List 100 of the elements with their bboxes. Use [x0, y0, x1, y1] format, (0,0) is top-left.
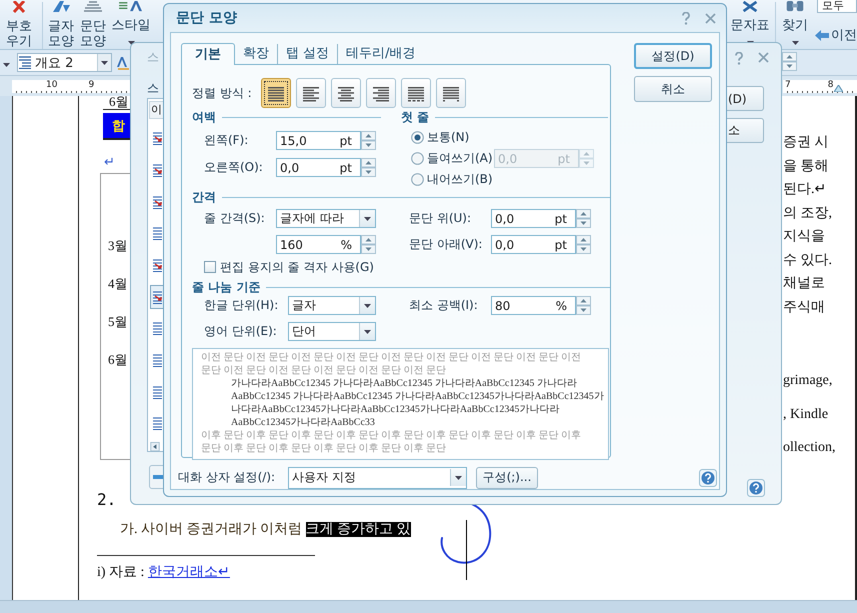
number-field[interactable]: 0,0 pt	[276, 158, 361, 177]
configure-button[interactable]: 구성(;)...	[476, 466, 538, 488]
ribbon-button[interactable]: 문자표	[729, 0, 771, 49]
text-line: 을 통해	[783, 158, 828, 176]
preview-text: AaBbCc12345 가나다라AaBbCc12345 가나다라AaBbCc12345가나다라AaBbCc12345가	[231, 390, 604, 403]
dropdown[interactable]: 글자	[288, 296, 376, 315]
footnote-text: i) 자료 : 한국거래소↵	[97, 564, 230, 582]
character-style-icon	[152, 132, 162, 146]
unit-label: pt	[340, 134, 352, 148]
radio-icon[interactable]	[411, 152, 424, 165]
table-cell-text: 4월	[108, 275, 128, 293]
close-icon[interactable]	[705, 12, 716, 24]
column-header: 이	[149, 101, 164, 119]
style-dropdown[interactable]: 개요 2	[17, 53, 112, 72]
field-label: 오른쪽(O):	[204, 159, 264, 176]
style-list-item[interactable]	[150, 285, 164, 309]
spinner-control[interactable]	[361, 131, 376, 150]
character-style-icon	[152, 258, 162, 272]
radio-button[interactable]: 내어쓰기(B)	[411, 169, 493, 190]
unit-label: pt	[554, 238, 567, 252]
radio-button[interactable]: 들여쓰기(A)	[411, 148, 493, 169]
unit-label: %	[340, 238, 352, 252]
spinner-control[interactable]	[361, 235, 376, 254]
alignment-button[interactable]	[261, 78, 291, 108]
text-style-icon[interactable]	[116, 54, 130, 70]
section-title: 간격	[192, 188, 216, 206]
alignment-button[interactable]	[331, 78, 361, 108]
help-icon[interactable]	[681, 12, 691, 24]
caret-icon	[101, 60, 108, 64]
alignment-button[interactable]	[436, 78, 466, 108]
number-field[interactable]: 0,0 pt	[491, 209, 576, 228]
table-cell-text: 6월	[108, 351, 128, 369]
dialog-button[interactable]: 설정(D)	[634, 43, 712, 69]
spinner-control[interactable]	[782, 52, 797, 70]
spinner-control[interactable]	[576, 209, 591, 228]
caret-icon	[364, 304, 371, 308]
spinner-control[interactable]	[576, 235, 591, 254]
paragraph-style-icon	[152, 322, 162, 336]
spinner-control[interactable]	[576, 296, 591, 315]
text-line: 주식매	[783, 298, 825, 316]
radio-button[interactable]: 보통(N)	[411, 127, 470, 148]
ribbon-button[interactable]: 스타일	[111, 0, 151, 49]
radio-icon[interactable]	[411, 131, 424, 144]
dropdown[interactable]: 단어	[288, 322, 376, 341]
alignment-button[interactable]	[401, 78, 431, 108]
tab[interactable]: 확장	[235, 44, 277, 64]
text-line: ollection,	[783, 439, 836, 457]
ruler-number: 9	[88, 80, 94, 90]
minus-icon	[153, 475, 163, 479]
field-label: 줄 간격(S):	[204, 210, 266, 227]
alignment-button[interactable]	[296, 78, 326, 108]
tab[interactable]: 기본	[181, 43, 235, 65]
spinner-control[interactable]	[361, 158, 376, 177]
radio-icon[interactable]	[411, 173, 424, 186]
scroll-left-icon[interactable]	[150, 442, 160, 451]
caret-icon	[3, 62, 10, 66]
heading-text: 2.	[97, 491, 116, 509]
dropdown[interactable]: 사용자 지정	[288, 466, 467, 488]
paragraph-style-icon	[152, 386, 162, 399]
previous-button[interactable]: 이전	[815, 26, 857, 44]
alignment-button[interactable]	[366, 78, 396, 108]
footnote-link[interactable]: 한국거래소↵	[148, 565, 230, 580]
text-cursor	[466, 520, 467, 580]
text-line: 의 조장,	[783, 204, 832, 222]
text-line: , Kindle	[783, 406, 828, 424]
ribbon-button[interactable]: 문단 모양	[79, 0, 107, 49]
dialog-button[interactable]: 소	[726, 118, 764, 143]
text-line: 수 있다.	[783, 252, 832, 270]
number-field[interactable]: 160 %	[276, 235, 361, 254]
close-icon[interactable]	[758, 52, 769, 63]
field-label: 최소 공백(I):	[409, 297, 479, 314]
help-icon[interactable]	[699, 468, 717, 486]
caret-icon	[364, 330, 371, 334]
dialog-button[interactable]: 취소	[634, 76, 712, 102]
symbol-icon	[740, 1, 760, 12]
text-line: 된다.↵	[783, 181, 826, 199]
number-field[interactable]: 15,0 pt	[276, 131, 361, 150]
ribbon-button[interactable]: 글자 모양	[47, 0, 75, 49]
preview-text: AaBbCc12345가나다라AaBbCc33	[231, 416, 375, 429]
preview-text: 문단 이전 문단 이전 문단 이전 문단 이전 문단 이전 문단	[201, 364, 446, 377]
checkbox[interactable]: 편집 용지의 줄 격자 사용(G)	[204, 259, 374, 275]
ribbon-button[interactable]: 찾기	[780, 0, 810, 49]
paragraph-style-icon	[152, 354, 162, 367]
search-field[interactable]: 모두	[817, 0, 857, 13]
indent-marker-icon[interactable]	[834, 85, 844, 92]
checkbox-icon[interactable]	[204, 261, 216, 273]
dropdown[interactable]: 글자에 따라	[276, 209, 376, 228]
ruler-number: 8	[828, 80, 834, 90]
help-icon[interactable]	[747, 479, 765, 497]
number-field[interactable]: 0,0 pt	[491, 235, 576, 254]
ribbon-button[interactable]: 부호 우기	[0, 0, 38, 49]
text-line: 지식을	[783, 228, 825, 246]
section-title: 줄 나눔 기준	[192, 278, 260, 296]
help-icon[interactable]	[734, 52, 744, 65]
character-style-icon	[152, 290, 162, 304]
cross-icon	[11, 1, 27, 13]
dialog-button[interactable]: (D)	[726, 86, 764, 111]
field-label: 왼쪽(F):	[204, 132, 250, 149]
number-field[interactable]: 80 %	[491, 296, 576, 315]
dialog-title: 문단 모양	[176, 9, 237, 27]
